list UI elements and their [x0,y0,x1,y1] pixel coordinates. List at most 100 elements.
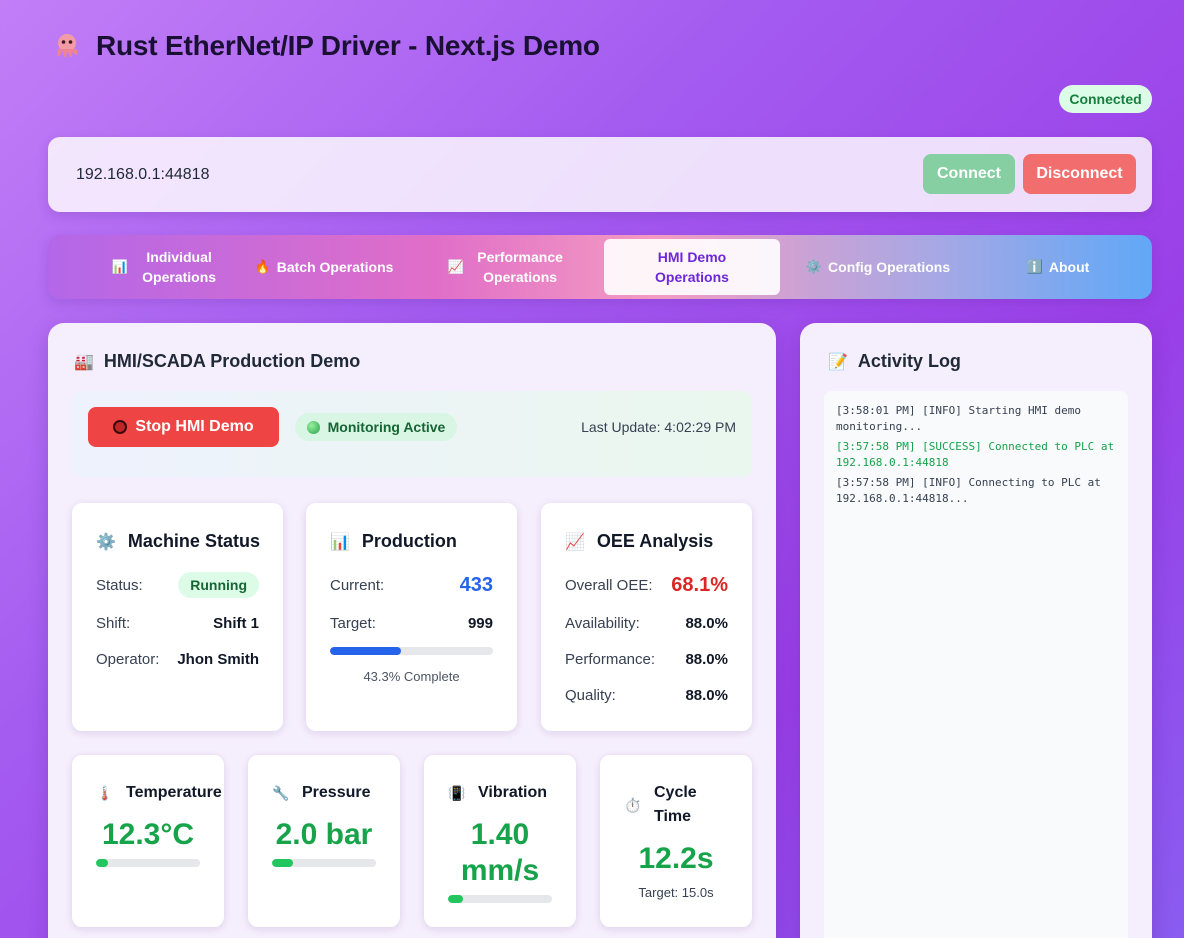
card-title: 📈 OEE Analysis [565,531,713,552]
hmi-title-text: HMI/SCADA Production Demo [103,351,361,371]
tab-label: Performance Operations [477,249,563,285]
tab-performance-operations[interactable]: 📈 Performance Operations [444,239,574,295]
gear-icon: ⚙️ [96,533,116,551]
hmi-control-bar: Stop HMI Demo Monitoring Active Last Upd… [72,391,752,477]
activity-log-panel: 📝 Activity Log [3:58:01 PM] [INFO] Start… [800,323,1152,938]
status-label: Status: [96,576,143,594]
sensor-title: 🔧 Pressure [272,781,371,805]
sensor-title-text: Pressure [302,784,371,801]
operator-value: Jhon Smith [177,650,259,668]
performance-value: 88.0% [685,650,728,668]
vibration-value: 1.40 [470,818,530,851]
availability-value: 88.0% [685,614,728,632]
tab-batch-operations[interactable]: 🔥 Batch Operations [244,239,404,295]
green-dot-icon [306,420,320,434]
last-update-text: Last Update: 4:02:29 PM [581,419,736,435]
stop-circle-icon [113,420,128,434]
plc-address-input[interactable] [64,155,914,195]
overall-oee-row: Overall OEE: 68.1% [565,573,728,597]
operator-row: Operator: Jhon Smith [96,647,259,671]
bar-chart-icon: 📊 [111,259,129,274]
tab-hmi-demo-operations[interactable]: HMI Demo Operations [604,239,780,295]
tab-label: Config Operations [828,259,951,275]
cycle-target-text: Target: 15.0s [638,885,714,900]
target-row: Target: 999 [330,611,493,635]
shift-label: Shift: [96,614,131,632]
stopwatch-icon: ⏱️ [624,797,642,813]
monitoring-status-badge: Monitoring Active [295,413,457,441]
vibration-icon: 📳 [448,785,466,801]
page-title: Rust EtherNet/IP Driver - Next.js Demo [96,30,600,61]
production-progress-bar [330,647,493,655]
progress-fill [330,647,401,655]
gauge-fill [448,895,463,903]
stop-label: Stop HMI Demo [135,418,254,435]
tab-label: About [1048,259,1090,275]
temperature-card: 🌡️ Temperature 12.3°C [72,755,224,927]
sensor-title-text: Temperature [126,784,222,801]
tab-label: Individual Operations [142,249,217,285]
tab-about[interactable]: ℹ️ About [1008,239,1108,295]
oee-analysis-card: 📈 OEE Analysis Overall OEE: 68.1% Availa… [541,503,752,731]
title-line: Time [654,808,692,825]
gear-icon: ⚙️ [805,259,823,274]
activity-log-title: 📝 Activity Log [828,351,961,372]
monitoring-label: Monitoring Active [327,419,446,435]
pressure-card: 🔧 Pressure 2.0 bar [248,755,400,927]
cycle-time-value: 12.2s [638,842,714,875]
current-label: Current: [330,576,385,594]
pressure-gauge [272,859,376,867]
pressure-value: 2.0 bar [275,818,373,851]
info-icon: ℹ️ [1026,259,1043,274]
current-row: Current: 433 [330,573,493,597]
memo-icon: 📝 [828,353,848,371]
sensor-title-text: Vibration [478,784,548,801]
status-row: Status: Running [96,572,259,598]
wrench-icon: 🔧 [272,785,290,801]
card-title-text: OEE Analysis [596,531,714,551]
temperature-value: 12.3°C [101,818,195,851]
current-value: 433 [459,573,493,596]
log-entry: [3:57:58 PM] [SUCCESS] Connected to PLC … [836,440,1115,469]
hmi-section-title: 🏭 HMI/SCADA Production Demo [74,351,360,372]
tab-label: HMI Demo Operations [655,249,729,285]
log-entry: [3:58:01 PM] [INFO] Starting HMI demo mo… [836,404,1082,433]
sensor-title: 📳 Vibration [448,781,547,805]
cycle-time-card: ⏱️ Cycle Time 12.2s Target: 15.0s [600,755,752,927]
shift-row: Shift: Shift 1 [96,611,259,635]
octopus-icon [57,34,78,58]
thermometer-icon: 🌡️ [96,785,114,801]
machine-status-card: ⚙️ Machine Status Status: Running Shift:… [72,503,283,731]
factory-icon: 🏭 [74,353,94,371]
availability-row: Availability: 88.0% [565,611,728,635]
card-title: 📊 Production [330,531,457,552]
progress-text: 43.3% Complete [363,669,460,684]
vibration-unit: mm/s [460,854,540,887]
trend-chart-icon: 📈 [447,259,465,274]
card-title-text: Production [361,531,457,551]
app-header: Rust EtherNet/IP Driver - Next.js Demo [52,26,600,66]
quality-row: Quality: 88.0% [565,683,728,707]
vibration-gauge [448,895,552,903]
overall-value: 68.1% [671,573,728,596]
target-label: Target: [330,614,376,632]
log-output[interactable]: [3:58:01 PM] [INFO] Starting HMI demo mo… [824,391,1128,938]
card-title: ⚙️ Machine Status [96,531,260,552]
quality-value: 88.0% [685,686,728,704]
target-value: 999 [467,614,493,632]
operations-tab-bar: 📊 Individual Operations 🔥 Batch Operatio… [48,235,1152,299]
gauge-fill [272,859,293,867]
overall-label: Overall OEE: [565,576,653,594]
quality-label: Quality: [565,686,616,704]
disconnect-button[interactable]: Disconnect [1023,154,1136,194]
availability-label: Availability: [565,614,640,632]
shift-value: Shift 1 [213,614,259,632]
gauge-fill [96,859,109,867]
stop-hmi-demo-button[interactable]: Stop HMI Demo [88,407,279,447]
connection-panel: Connect Disconnect [48,137,1152,212]
production-card: 📊 Production Current: 433 Target: 999 43… [306,503,517,731]
connect-button[interactable]: Connect [923,154,1015,194]
tab-config-operations[interactable]: ⚙️ Config Operations [798,239,958,295]
tab-individual-operations[interactable]: 📊 Individual Operations [104,239,232,295]
card-title-text: Machine Status [127,531,260,551]
